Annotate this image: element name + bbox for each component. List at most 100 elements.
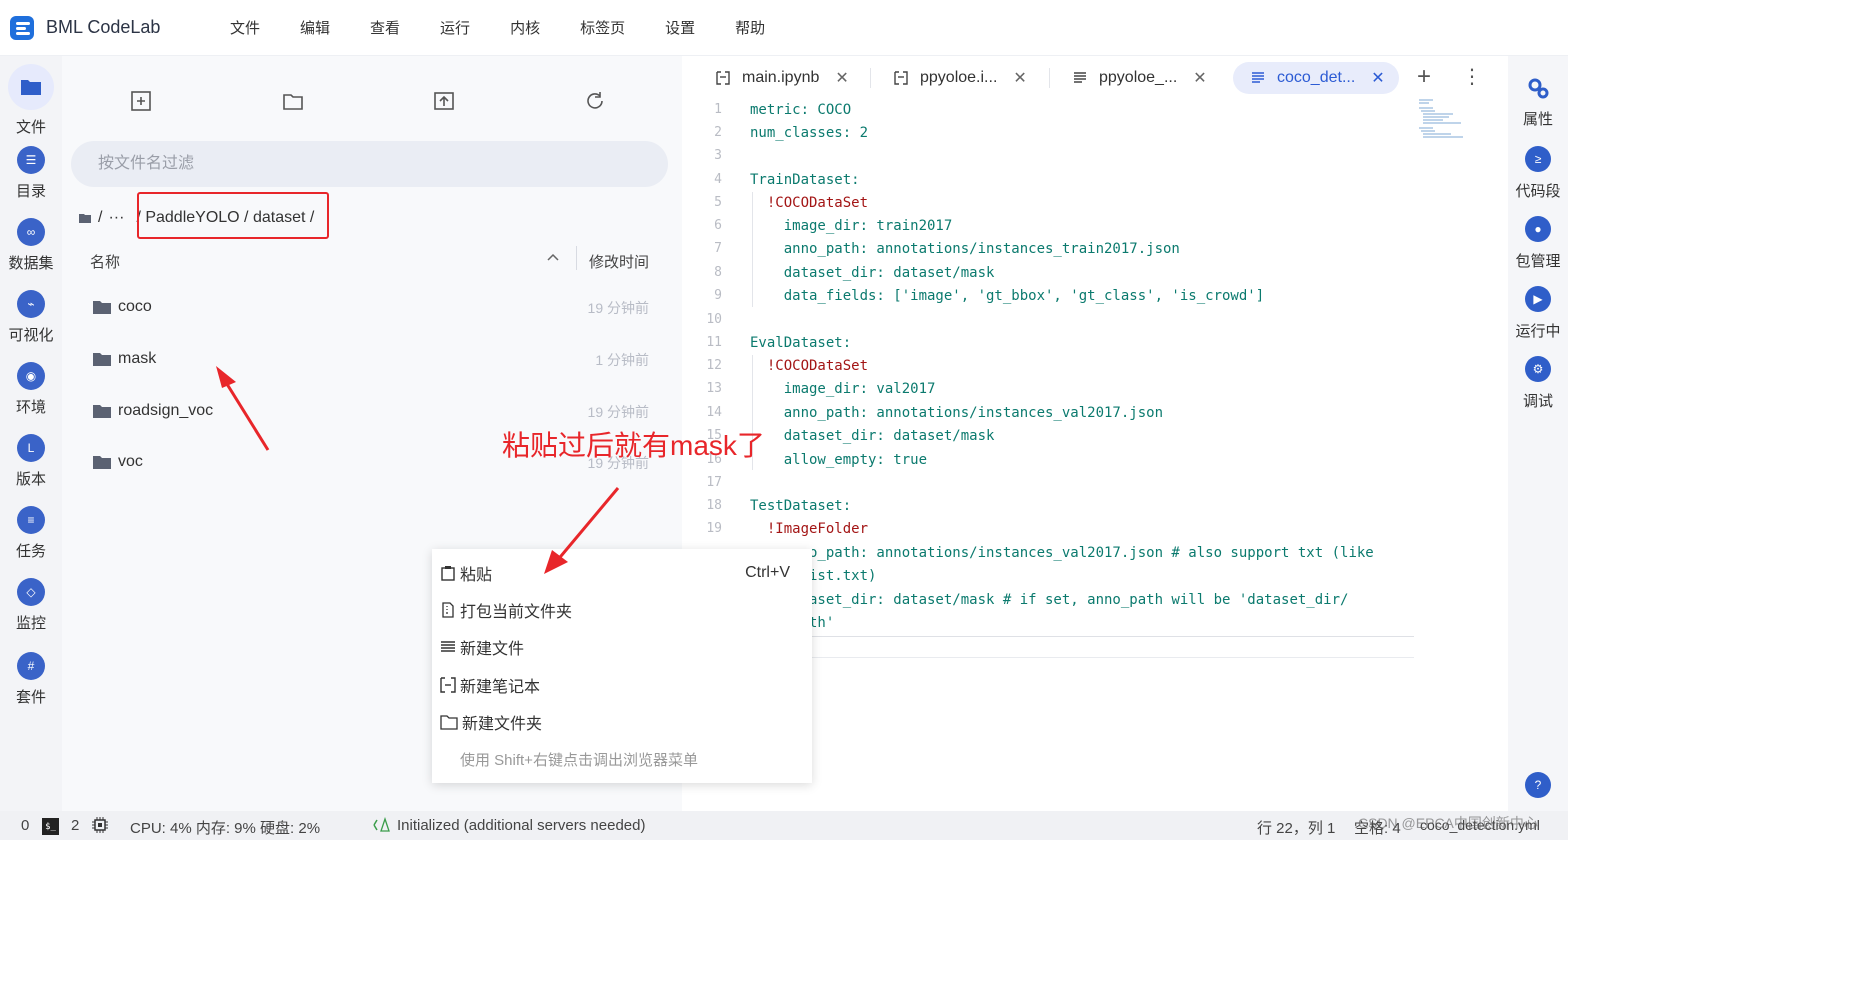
menu-settings[interactable]: 设置 <box>665 17 695 38</box>
sidebar-item-dataset[interactable]: ∞ 数据集 <box>0 218 62 273</box>
sidebar-item-suite[interactable]: # 套件 <box>0 652 62 707</box>
close-icon[interactable]: ✕ <box>1013 68 1026 88</box>
sidebar-item-visualization[interactable]: ⌁ 可视化 <box>0 290 62 345</box>
upload-icon[interactable] <box>433 90 455 112</box>
menu-tabs[interactable]: 标签页 <box>580 17 625 38</box>
folder-root-icon[interactable] <box>78 212 92 224</box>
menu-item-new-file[interactable]: 新建文件 <box>440 632 800 662</box>
file-list-header: 名称 修改时间 <box>62 246 682 276</box>
status-kernel-count[interactable]: 2 <box>71 817 79 834</box>
sidebar-item-task[interactable]: ≡ 任务 <box>0 506 62 561</box>
rightbar-item-packages[interactable]: ● 包管理 <box>1508 216 1568 271</box>
file-name: coco <box>118 298 152 315</box>
menu-item-zip-folder[interactable]: 打包当前文件夹 <box>440 595 800 625</box>
close-icon[interactable]: ✕ <box>1371 68 1384 88</box>
status-zero[interactable]: 0 <box>21 817 29 834</box>
folder-outline-icon <box>440 715 458 730</box>
file-row[interactable]: coco 19 分钟前 <box>62 292 682 328</box>
code-line: !ImageFolder <box>750 521 869 537</box>
sort-ascending-icon[interactable] <box>546 250 560 264</box>
column-modified[interactable]: 修改时间 <box>589 251 649 272</box>
tab-label: main.ipynb <box>742 69 820 86</box>
debug-icon: ⚙ <box>1525 356 1551 382</box>
close-icon[interactable]: ✕ <box>1193 68 1206 88</box>
menu-item-label: 新建文件夹 <box>462 716 543 733</box>
menu-item-new-notebook[interactable]: 新建笔记本 <box>440 670 800 700</box>
rightbar-label: 代码段 <box>1515 183 1561 200</box>
folder-icon <box>93 456 111 469</box>
menu-file[interactable]: 文件 <box>230 17 260 38</box>
cursor-position[interactable]: 行 22，列 1 <box>1257 817 1335 838</box>
notebook-icon <box>440 677 456 693</box>
menu-run[interactable]: 运行 <box>440 17 470 38</box>
rightbar-item-properties[interactable]: 属性 <box>1508 76 1568 129</box>
sidebar-label: 套件 <box>15 689 46 706</box>
sidebar-item-environment[interactable]: ◉ 环境 <box>0 362 62 417</box>
code-line: data_fields: ['image', 'gt_bbox', 'gt_cl… <box>750 288 1265 304</box>
clipboard-icon <box>441 566 455 581</box>
sidebar-item-toc[interactable]: ☰ 目录 <box>0 146 62 201</box>
code-line: anno_path: annotations/instances_train20… <box>750 241 1180 257</box>
sidebar-item-files[interactable]: 文件 <box>0 64 62 137</box>
rightbar-help[interactable]: ? <box>1508 772 1568 798</box>
indent-guide <box>752 192 753 307</box>
line-number: 13 <box>706 381 722 396</box>
menu-help[interactable]: 帮助 <box>735 17 765 38</box>
editor-tab-bar: main.ipynb ✕ ppyoloe.i... ✕ ppyoloe_... … <box>682 56 1508 98</box>
close-icon[interactable]: ✕ <box>835 68 848 88</box>
menu-item-label: 新建笔记本 <box>460 679 541 696</box>
terminal-icon[interactable]: $_ <box>42 818 59 835</box>
new-file-icon[interactable] <box>130 90 152 112</box>
line-number: 8 <box>714 265 722 280</box>
code-snippet-icon: ≥ <box>1525 146 1551 172</box>
column-divider[interactable] <box>576 246 577 270</box>
menu-kernel[interactable]: 内核 <box>510 17 540 38</box>
code-line: dataset_dir: dataset/mask # if set, anno… <box>750 592 1349 608</box>
sidebar-label: 目录 <box>15 183 46 200</box>
menu-view[interactable]: 查看 <box>370 17 400 38</box>
column-name[interactable]: 名称 <box>90 251 120 272</box>
line-number: 10 <box>706 312 722 327</box>
sidebar-item-monitor[interactable]: ◇ 监控 <box>0 578 62 633</box>
refresh-icon[interactable] <box>584 90 606 112</box>
tab-ppyoloe-ipynb[interactable]: ppyoloe.i... ✕ <box>894 62 1027 94</box>
chart-icon: ⌁ <box>17 290 45 318</box>
rightbar-item-snippets[interactable]: ≥ 代码段 <box>1508 146 1568 201</box>
breadcrumb-root[interactable]: / <box>98 209 102 227</box>
file-name: mask <box>118 350 157 367</box>
code-line: num_classes: 2 <box>750 125 869 141</box>
rightbar-item-debug[interactable]: ⚙ 调试 <box>1508 356 1568 411</box>
folder-icon <box>21 80 41 95</box>
line-number: 12 <box>706 358 722 373</box>
code-line: anno_path: annotations/instances_val2017… <box>750 545 1374 561</box>
file-row[interactable]: mask 1 分钟前 <box>62 344 682 380</box>
tab-main-ipynb[interactable]: main.ipynb ✕ <box>716 62 849 94</box>
tab-more-icon[interactable]: ⋮ <box>1462 64 1482 89</box>
rightbar-item-running[interactable]: ▶ 运行中 <box>1508 286 1568 341</box>
version-icon: L <box>17 434 45 462</box>
zip-icon <box>442 602 454 618</box>
minimap[interactable] <box>1417 98 1493 142</box>
new-folder-icon[interactable] <box>282 90 304 112</box>
tab-coco-detection[interactable]: coco_det... ✕ <box>1233 62 1399 94</box>
menu-edit[interactable]: 编辑 <box>300 17 330 38</box>
tab-ppyoloe-yml[interactable]: ppyoloe_... ✕ <box>1073 62 1207 94</box>
menu-item-new-folder[interactable]: 新建文件夹 <box>440 707 800 737</box>
line-number: 5 <box>714 195 722 210</box>
sidebar-item-version[interactable]: L 版本 <box>0 434 62 489</box>
right-activity-bar: 属性 ≥ 代码段 ● 包管理 ▶ 运行中 ⚙ 调试 ? <box>1508 56 1568 811</box>
sidebar-label: 任务 <box>15 543 46 560</box>
add-tab-button[interactable]: + <box>1417 63 1431 91</box>
rightbar-label: 包管理 <box>1515 253 1561 270</box>
code-line: dataset_dir: dataset/mask <box>750 428 995 444</box>
breadcrumb-ellipsis[interactable]: ··· <box>108 209 124 227</box>
lsp-status[interactable]: Initialized (additional servers needed) <box>397 817 645 834</box>
monitor-icon: ◇ <box>17 578 45 606</box>
line-number: 14 <box>706 405 722 420</box>
sidebar-label: 可视化 <box>8 327 54 344</box>
file-filter-input[interactable] <box>71 141 668 187</box>
gears-icon <box>1528 78 1549 99</box>
menu-item-label: 打包当前文件夹 <box>460 604 573 621</box>
sidebar-label: 环境 <box>15 399 46 416</box>
line-number: 2 <box>714 125 722 140</box>
